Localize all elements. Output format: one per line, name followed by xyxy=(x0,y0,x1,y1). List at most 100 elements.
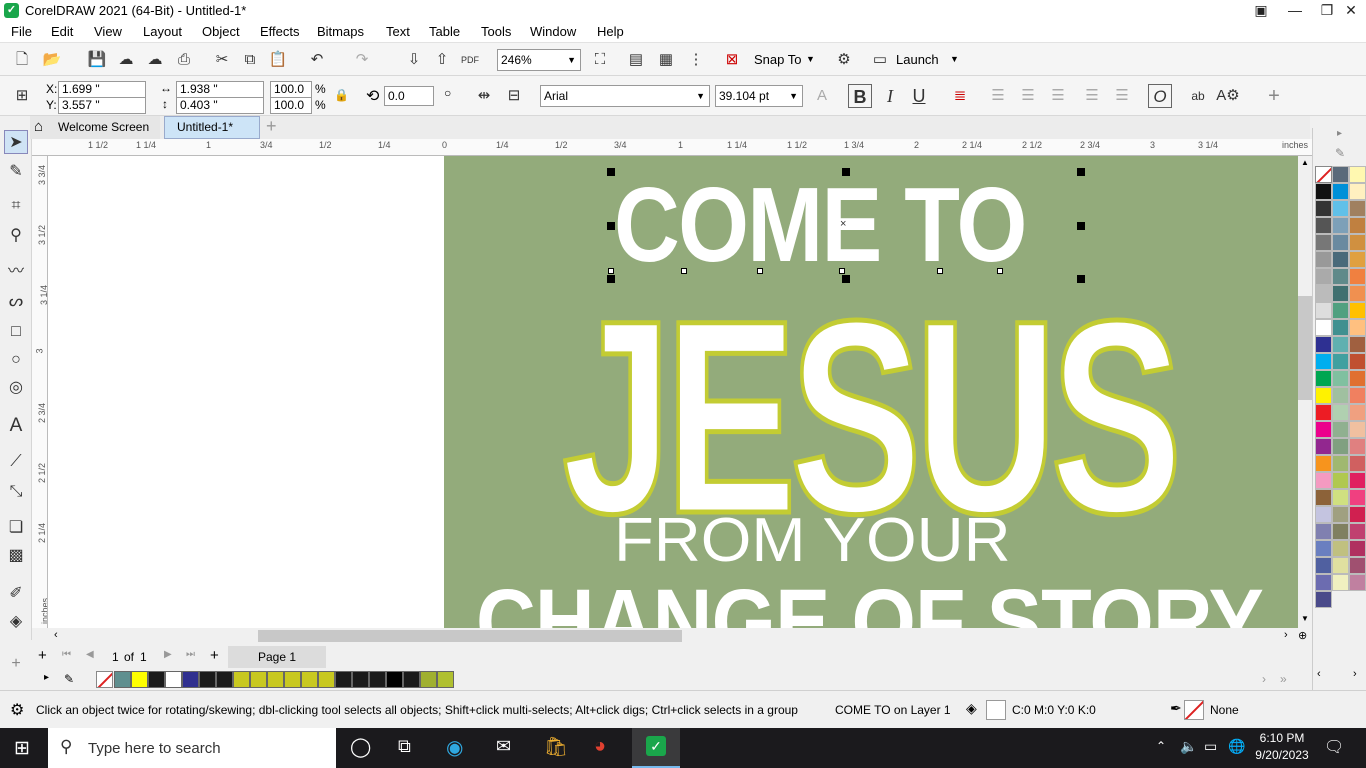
task-view-icon[interactable]: ⧉ xyxy=(398,736,411,757)
menu-window[interactable]: Window xyxy=(530,24,576,39)
text-align-icon[interactable]: ⊟ xyxy=(502,84,526,108)
palette-color-swatch[interactable] xyxy=(1332,370,1349,387)
palette-color-swatch[interactable] xyxy=(1332,574,1349,591)
palette-color-swatch[interactable] xyxy=(1349,353,1366,370)
selection-handle[interactable] xyxy=(1077,222,1085,230)
palette-color-swatch[interactable] xyxy=(1315,557,1332,574)
palette-color-swatch[interactable] xyxy=(1349,438,1366,455)
mirror-horizontal-icon[interactable]: ⇹ xyxy=(472,84,496,108)
palette-scroll-left-icon[interactable]: ‹ xyxy=(1317,668,1321,680)
artwork-page[interactable]: COME TO JESUS FROM YOUR CHANGE OF STORY … xyxy=(444,156,1298,628)
import-icon[interactable]: ⇩ xyxy=(402,48,426,72)
document-color-swatch[interactable] xyxy=(182,671,199,688)
tab-page-1[interactable]: Page 1 xyxy=(228,646,326,668)
parallel-dimension-icon[interactable]: ⟋ xyxy=(4,450,28,474)
text-change-of-story[interactable]: CHANGE OF STORY xyxy=(476,576,1264,628)
palette-color-swatch[interactable] xyxy=(1349,472,1366,489)
palette-color-swatch[interactable] xyxy=(1349,557,1366,574)
palette-expand-icon[interactable]: ▸ xyxy=(44,672,49,683)
font-list-input[interactable]: Arial ▼ xyxy=(540,85,710,107)
show-guidelines-icon[interactable]: ⋮ xyxy=(684,48,708,72)
cortana-icon[interactable]: ◯ xyxy=(350,736,371,759)
scroll-up-icon[interactable]: ▲ xyxy=(1301,158,1309,167)
y-position-input[interactable]: 3.557 " xyxy=(58,97,146,114)
palette-color-swatch[interactable] xyxy=(1315,217,1332,234)
drop-shadow-icon[interactable]: ❏ xyxy=(4,516,28,540)
node-handle[interactable] xyxy=(757,268,763,274)
node-handle[interactable] xyxy=(608,268,614,274)
palette-color-swatch[interactable] xyxy=(1332,336,1349,353)
last-page-icon[interactable]: ⏭ xyxy=(186,649,195,660)
palette-color-swatch[interactable] xyxy=(1332,234,1349,251)
artistic-media-icon[interactable]: ᔕ xyxy=(4,290,28,314)
palette-color-swatch[interactable] xyxy=(1315,336,1332,353)
palette-color-swatch[interactable] xyxy=(1349,387,1366,404)
palette-color-swatch[interactable] xyxy=(1332,200,1349,217)
document-color-swatch[interactable] xyxy=(148,671,165,688)
polygon-tool-icon[interactable]: ◎ xyxy=(4,376,28,400)
document-color-swatch[interactable] xyxy=(318,671,335,688)
document-color-swatch[interactable] xyxy=(216,671,233,688)
transparency-icon[interactable]: ▩ xyxy=(4,544,28,568)
document-color-swatch[interactable] xyxy=(437,671,454,688)
document-color-swatch[interactable] xyxy=(233,671,250,688)
character-settings-icon[interactable]: A⚙ xyxy=(1216,84,1240,108)
palette-eyedropper-icon[interactable]: ✎ xyxy=(1335,146,1345,160)
decrease-indent-icon[interactable]: ☰ xyxy=(1080,84,1104,108)
document-color-swatch[interactable] xyxy=(131,671,148,688)
palette-color-swatch[interactable] xyxy=(1349,404,1366,421)
palette-color-swatch[interactable] xyxy=(1349,540,1366,557)
close-button[interactable]: ✕ xyxy=(1336,0,1366,22)
palette-menu-icon[interactable]: ▸ xyxy=(1337,128,1342,139)
scale-height-input[interactable]: 100.0 xyxy=(270,97,312,114)
palette-color-swatch[interactable] xyxy=(1349,421,1366,438)
palette-color-swatch[interactable] xyxy=(1315,183,1332,200)
selection-handle[interactable] xyxy=(1077,168,1085,176)
palette-color-swatch[interactable] xyxy=(1332,404,1349,421)
text-properties-icon[interactable]: ab xyxy=(1186,84,1210,108)
document-color-swatch[interactable] xyxy=(165,671,182,688)
taskbar-search-box[interactable]: ⚲ Type here to search xyxy=(48,728,336,768)
document-color-swatch[interactable] xyxy=(114,671,131,688)
battery-icon[interactable]: ▭ xyxy=(1204,738,1217,755)
zoom-navigator-icon[interactable]: ⊕ xyxy=(1298,629,1307,642)
selection-handle[interactable] xyxy=(607,168,615,176)
mail-icon[interactable]: ✉ xyxy=(496,736,511,757)
palette-scroll-right-icon[interactable]: › xyxy=(1353,668,1357,680)
menu-help[interactable]: Help xyxy=(597,24,624,39)
selection-handle[interactable] xyxy=(842,168,850,176)
bullet-list-icon[interactable]: ☰ xyxy=(986,84,1010,108)
height-input[interactable]: 0.403 " xyxy=(176,97,264,114)
palette-color-swatch[interactable] xyxy=(1315,302,1332,319)
document-color-swatch[interactable] xyxy=(335,671,352,688)
coreldraw-taskbar-button[interactable]: ✓ xyxy=(632,728,680,768)
add-page-before-icon[interactable]: + xyxy=(38,647,47,664)
scroll-left-icon[interactable]: ‹ xyxy=(54,629,58,641)
palette-color-swatch[interactable] xyxy=(1349,285,1366,302)
palette-color-swatch[interactable] xyxy=(1315,489,1332,506)
launch-dropdown[interactable]: Launch xyxy=(896,52,939,67)
vertical-scroll-thumb[interactable] xyxy=(1298,296,1312,400)
document-color-swatch[interactable] xyxy=(403,671,420,688)
palette-color-swatch[interactable] xyxy=(1315,319,1332,336)
palette-color-swatch[interactable] xyxy=(1349,489,1366,506)
palette-color-swatch[interactable] xyxy=(1332,166,1349,183)
show-grid-icon[interactable]: ▦ xyxy=(654,48,678,72)
snap-to-dropdown[interactable]: Snap To xyxy=(754,52,801,67)
vertical-ruler[interactable]: 3 3/4 3 1/2 3 1/4 3 2 3/4 2 1/2 2 1/4 in… xyxy=(32,156,48,628)
cloud-upload-icon[interactable]: ☁ xyxy=(114,48,138,72)
palette-color-swatch[interactable] xyxy=(1332,438,1349,455)
underline-button[interactable]: U xyxy=(907,84,931,108)
palette-color-swatch[interactable] xyxy=(1332,540,1349,557)
cloud-sync-icon[interactable]: ☁ xyxy=(143,48,167,72)
volume-icon[interactable]: 🔈 xyxy=(1180,738,1197,755)
palette-color-swatch[interactable] xyxy=(1349,183,1366,200)
palette-color-swatch[interactable] xyxy=(1332,387,1349,404)
palette-color-swatch[interactable] xyxy=(1349,268,1366,285)
selection-handle[interactable] xyxy=(1077,275,1085,283)
palette-color-swatch[interactable] xyxy=(1332,421,1349,438)
document-color-swatch[interactable] xyxy=(420,671,437,688)
no-color-swatch[interactable] xyxy=(96,671,113,688)
paste-icon[interactable]: 📋 xyxy=(266,48,290,72)
export-icon[interactable]: ⇧ xyxy=(430,48,454,72)
